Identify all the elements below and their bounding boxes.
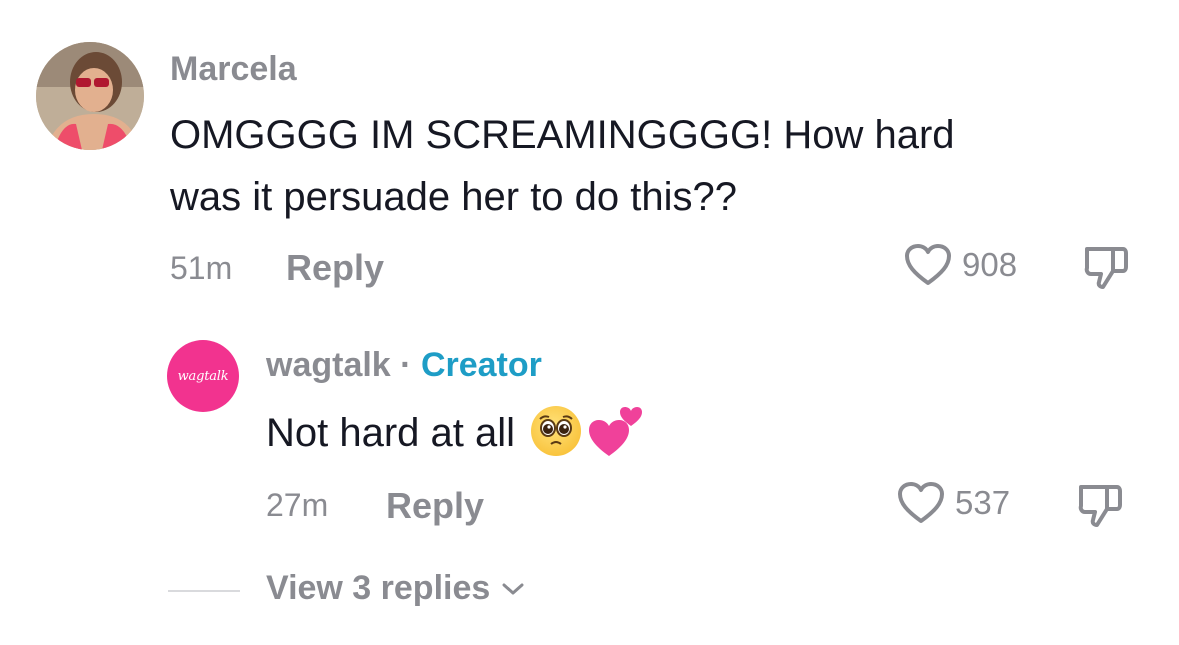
dislike-button[interactable] <box>1083 243 1129 296</box>
reply-username-row: wagtalk · Creator <box>266 346 542 385</box>
comment-username[interactable]: Marcela <box>170 50 297 89</box>
comment-text: Not hard at all <box>266 402 645 476</box>
comment-timestamp: 51m <box>170 250 233 286</box>
thumbs-down-icon <box>1078 485 1122 527</box>
avatar-photo-icon <box>36 42 144 150</box>
brand-logo-text: wagtalk <box>177 368 229 384</box>
chevron-down-icon <box>502 583 524 594</box>
heart-outline-icon <box>898 482 944 523</box>
avatar[interactable] <box>36 42 144 150</box>
divider <box>168 590 240 592</box>
separator-dot: · <box>400 346 412 384</box>
thumbs-down-icon <box>1084 247 1128 289</box>
like-count: 537 <box>955 484 1011 521</box>
like-button[interactable]: 908 <box>904 243 1017 287</box>
pleading-face-emoji <box>531 406 582 456</box>
dislike-button[interactable] <box>1077 481 1123 534</box>
two-hearts-emoji <box>587 404 645 476</box>
creator-badge: Creator <box>420 346 542 384</box>
comment-text-line: was it persuade her to do this?? <box>170 175 738 219</box>
comment-text-line: Not hard at all <box>266 411 516 455</box>
like-count: 908 <box>962 246 1018 283</box>
comment-text-line: OMGGGG IM SCREAMINGGGG! How hard <box>170 113 955 157</box>
view-replies-label: View 3 replies <box>266 569 491 607</box>
reply-button[interactable]: Reply <box>386 485 484 527</box>
heart-outline-icon <box>905 244 951 285</box>
comment-timestamp: 27m <box>266 487 329 523</box>
view-replies-button[interactable]: View 3 replies <box>266 569 526 608</box>
reply-button[interactable]: Reply <box>286 247 384 289</box>
comment-username[interactable]: wagtalk <box>266 346 391 384</box>
comment-text: OMGGGG IM SCREAMINGGGG! How hard was it … <box>170 104 955 228</box>
like-button[interactable]: 537 <box>897 481 1010 525</box>
avatar[interactable]: wagtalk <box>167 340 239 412</box>
